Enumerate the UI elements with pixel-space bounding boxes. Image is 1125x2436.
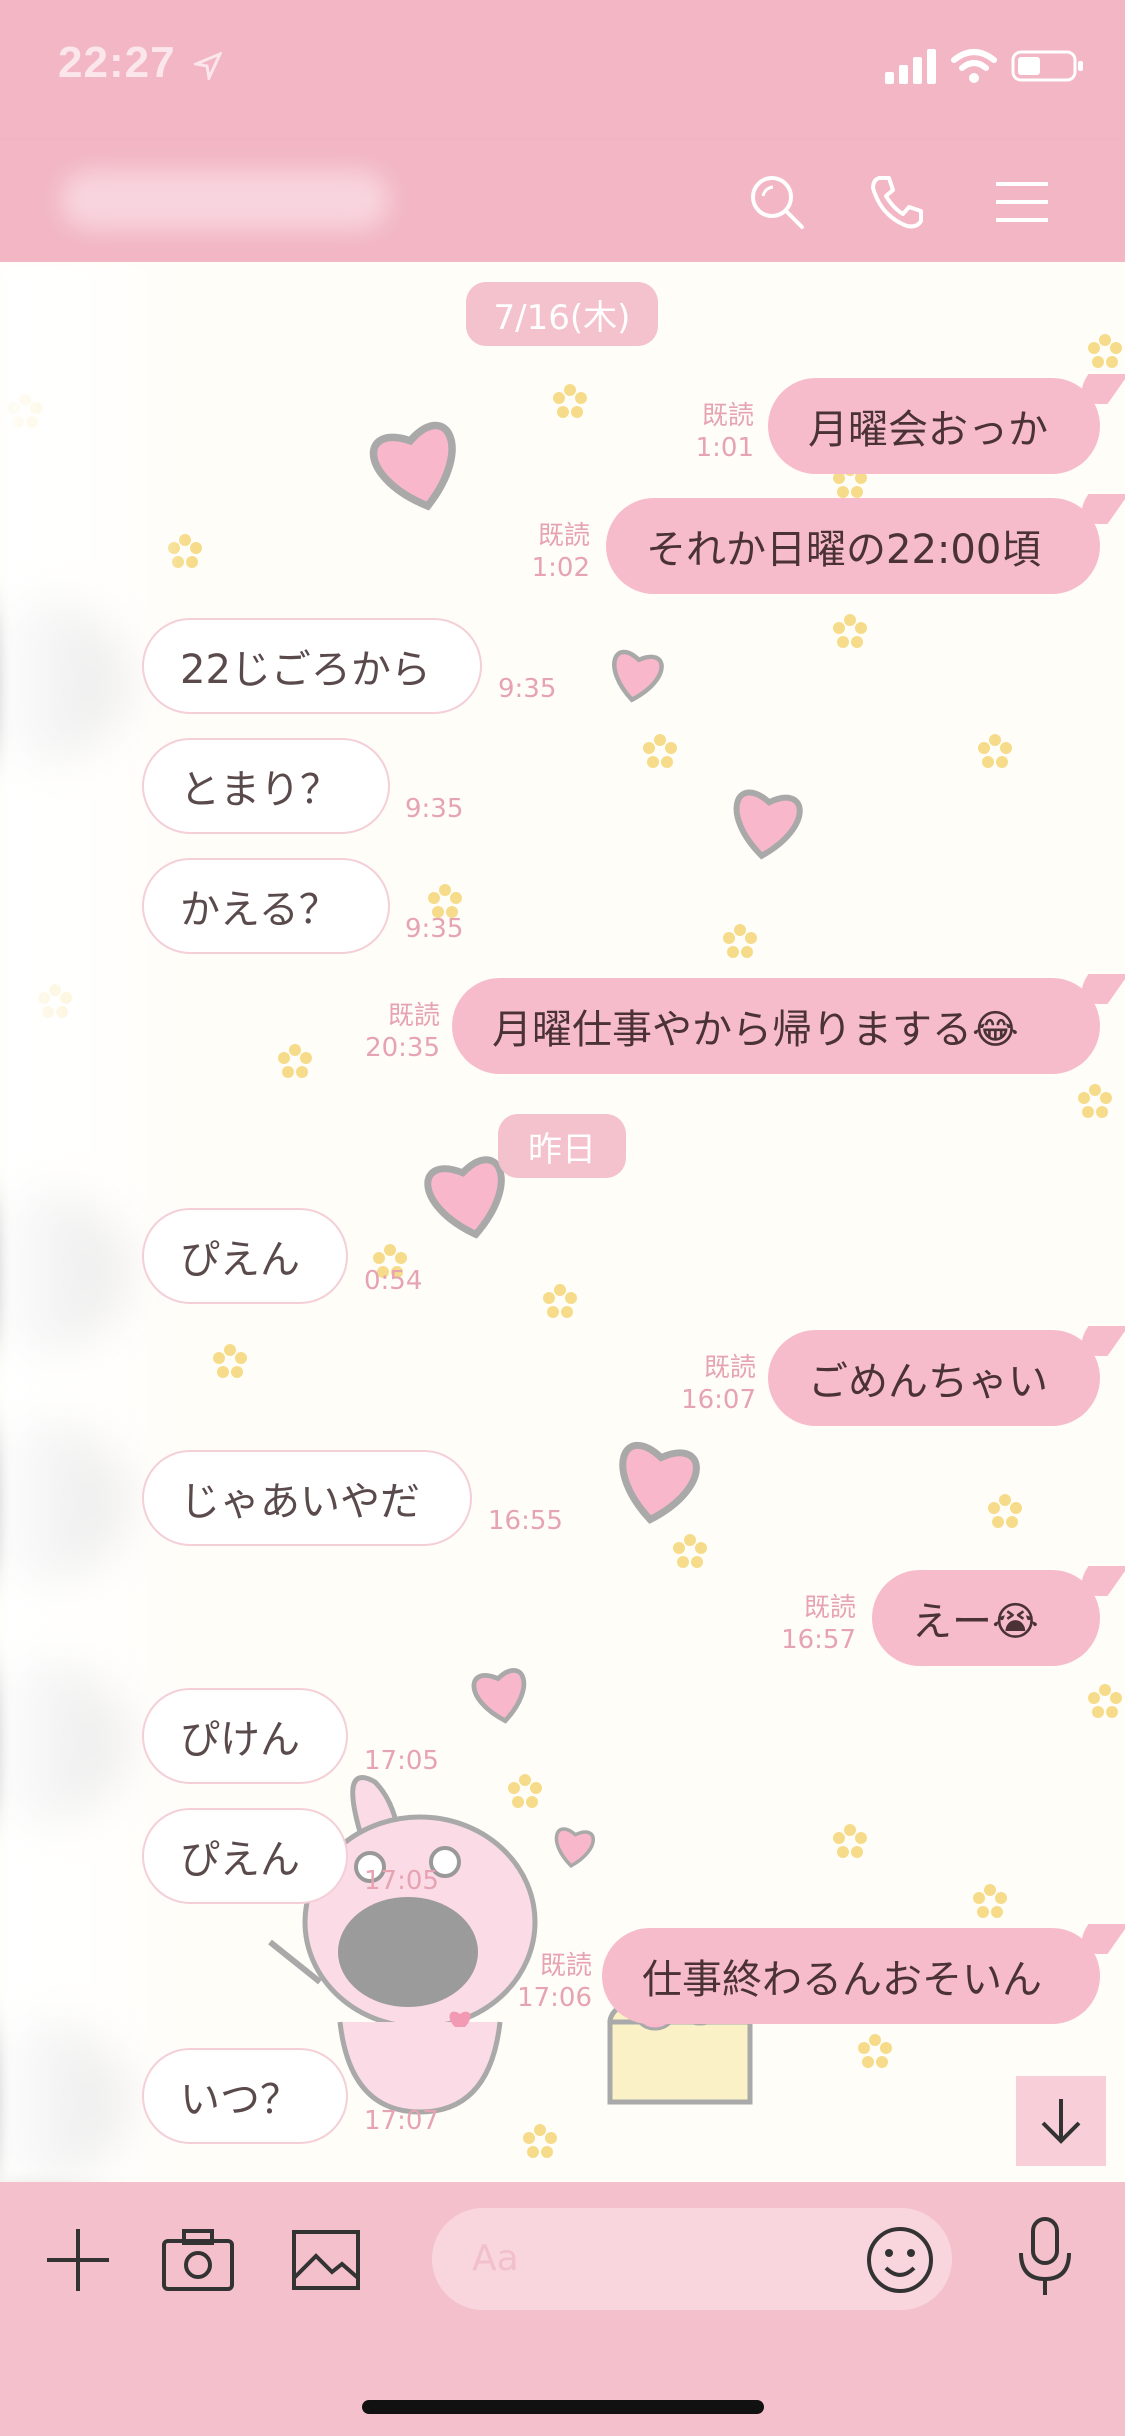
message-meta: 既読 1:02: [526, 520, 590, 584]
menu-icon[interactable]: [990, 170, 1054, 234]
chat-area[interactable]: 7/16(木) 昨日 既読 1:01 月曜会おっか 既読 1:02 それか日曜の22…: [0, 262, 1125, 2182]
read-receipt: 既読: [387, 1001, 440, 1031]
image-icon[interactable]: [286, 2222, 366, 2298]
message-time: 17:05: [364, 1866, 439, 1896]
outgoing-message[interactable]: 月曜会おっか: [768, 378, 1100, 474]
scroll-to-bottom-button[interactable]: [1016, 2076, 1106, 2166]
incoming-message[interactable]: ぴえん: [142, 1208, 348, 1304]
message-meta: 既読 1:01: [690, 400, 754, 464]
camera-icon[interactable]: [158, 2222, 238, 2298]
read-receipt: 既読: [703, 1353, 756, 1383]
message-time: 1:02: [531, 553, 590, 583]
incoming-message[interactable]: いつ？: [142, 2048, 348, 2144]
outgoing-message[interactable]: 仕事終わるんおそいん: [602, 1928, 1100, 2024]
status-time: 22:27: [58, 38, 176, 87]
date-separator: 昨日: [498, 1114, 626, 1178]
home-indicator[interactable]: [362, 2400, 764, 2414]
message-time: 9:35: [405, 794, 464, 824]
message-time: 20:35: [365, 1033, 440, 1063]
message-meta: 既読 16:57: [772, 1592, 856, 1656]
outgoing-message[interactable]: それか日曜の22:00頃: [606, 498, 1100, 594]
location-arrow-icon: [194, 52, 222, 80]
read-receipt: 既読: [539, 1951, 592, 1981]
message-time: 17:06: [517, 1983, 592, 2013]
outgoing-message[interactable]: ごめんちゃい: [768, 1330, 1100, 1426]
message-time: 16:57: [781, 1625, 856, 1655]
read-receipt: 既読: [701, 401, 754, 431]
message-time: 9:35: [405, 914, 464, 944]
mic-icon[interactable]: [1010, 2212, 1080, 2302]
wifi-icon: [951, 49, 997, 83]
outgoing-message[interactable]: 月曜仕事やから帰りまする😂: [452, 978, 1100, 1074]
signal-icon: [885, 49, 936, 84]
arrow-down-icon: [1041, 2099, 1081, 2144]
message-time: 17:05: [364, 1746, 439, 1776]
message-time: 16:55: [488, 1506, 563, 1536]
message-input-placeholder: Aa: [472, 2238, 519, 2279]
incoming-message[interactable]: とまり？: [142, 738, 390, 834]
message-time: 0:54: [364, 1266, 423, 1296]
phone-icon[interactable]: [865, 170, 929, 234]
status-bar: 22:27: [0, 0, 1125, 140]
battery-icon: [1011, 50, 1083, 82]
read-receipt: 既読: [537, 521, 590, 551]
incoming-message[interactable]: ぴけん: [142, 1688, 348, 1784]
message-time: 9:35: [498, 674, 557, 704]
message-time: 17:07: [364, 2106, 439, 2136]
incoming-message[interactable]: じゃあいやだ: [142, 1450, 472, 1546]
message-meta: 既読 17:06: [508, 1950, 592, 2014]
date-separator: 7/16(木): [466, 282, 658, 346]
chat-title[interactable]: さ: [60, 170, 390, 230]
incoming-message[interactable]: かえる？: [142, 858, 390, 954]
input-bar: Aa: [0, 2182, 1125, 2436]
outgoing-message[interactable]: えー😭: [872, 1570, 1100, 1666]
message-meta: 既読 16:07: [672, 1352, 756, 1416]
message-input[interactable]: Aa: [432, 2208, 952, 2310]
incoming-message[interactable]: ぴえん: [142, 1808, 348, 1904]
message-meta: 既読 20:35: [356, 1000, 440, 1064]
plus-icon[interactable]: [40, 2222, 116, 2298]
search-icon[interactable]: [745, 170, 809, 234]
message-time: 1:01: [695, 433, 754, 463]
emoji-icon[interactable]: [864, 2224, 936, 2296]
message-time: 16:07: [681, 1385, 756, 1415]
read-receipt: 既読: [803, 1593, 856, 1623]
chat-header: さ: [0, 140, 1125, 262]
status-indicators: [885, 48, 1085, 84]
incoming-message[interactable]: 22じごろから: [142, 618, 482, 714]
